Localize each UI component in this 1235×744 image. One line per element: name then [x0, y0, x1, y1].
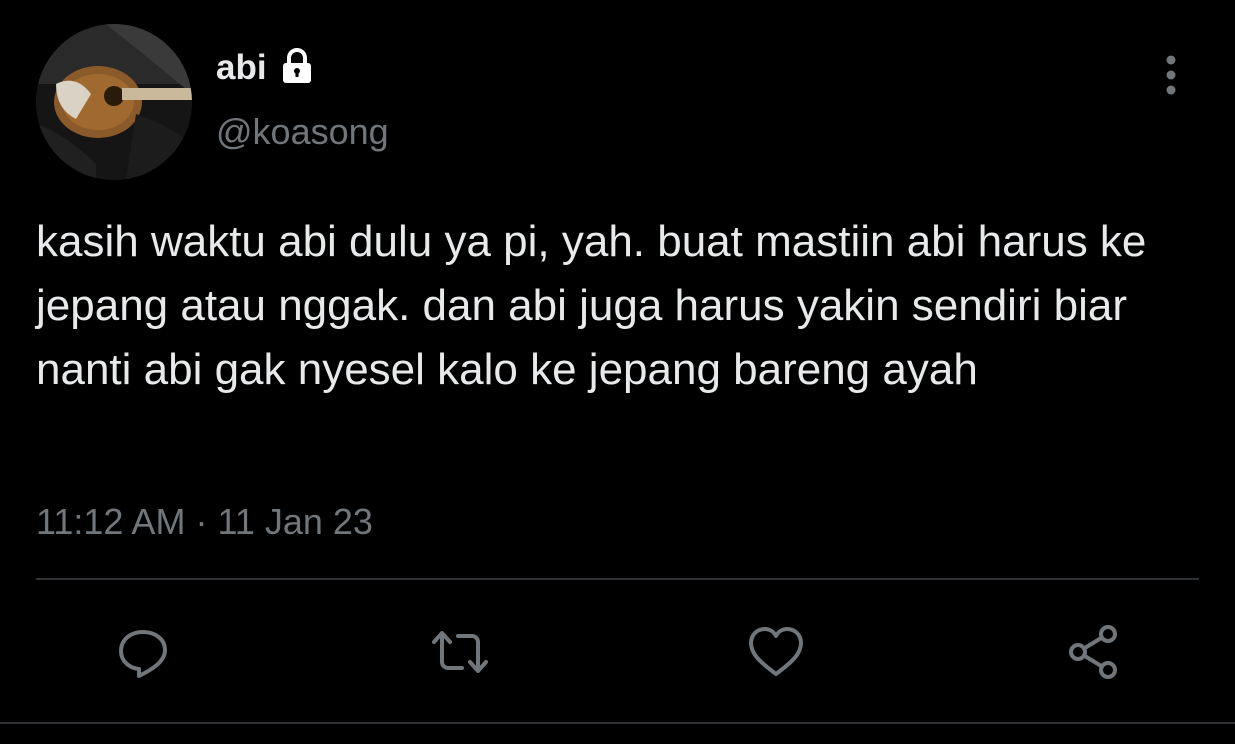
- tweet-text: kasih waktu abi dulu ya pi, yah. buat ma…: [36, 217, 1147, 394]
- more-vertical-icon: [1166, 55, 1176, 95]
- avatar-image: [36, 24, 192, 180]
- user-handle[interactable]: @koasong: [216, 110, 389, 154]
- reply-button[interactable]: [111, 620, 175, 684]
- avatar[interactable]: [36, 24, 192, 180]
- display-name[interactable]: abi: [216, 46, 267, 90]
- retweet-icon: [432, 631, 488, 673]
- author-name-row[interactable]: abi: [216, 46, 317, 90]
- more-options-button[interactable]: [1146, 50, 1196, 100]
- lock-icon: [282, 48, 311, 83]
- heart-icon: [749, 627, 803, 676]
- share-button[interactable]: [1062, 620, 1126, 684]
- share-icon: [1069, 625, 1117, 679]
- tweet-date: 11 Jan 23: [217, 501, 373, 542]
- meta-separator: ·: [195, 501, 208, 542]
- tweet-time: 11:12 AM: [36, 501, 186, 542]
- reply-icon: [119, 630, 167, 678]
- retweet-button[interactable]: [428, 620, 492, 684]
- like-button[interactable]: [744, 620, 808, 684]
- tweet-detail: abi @koasong kasih waktu abi dulu ya pi,…: [0, 0, 1235, 744]
- bottom-divider: [0, 722, 1235, 724]
- divider: [36, 578, 1199, 580]
- tweet-timestamp[interactable]: 11:12 AM · 11 Jan 23: [36, 500, 373, 544]
